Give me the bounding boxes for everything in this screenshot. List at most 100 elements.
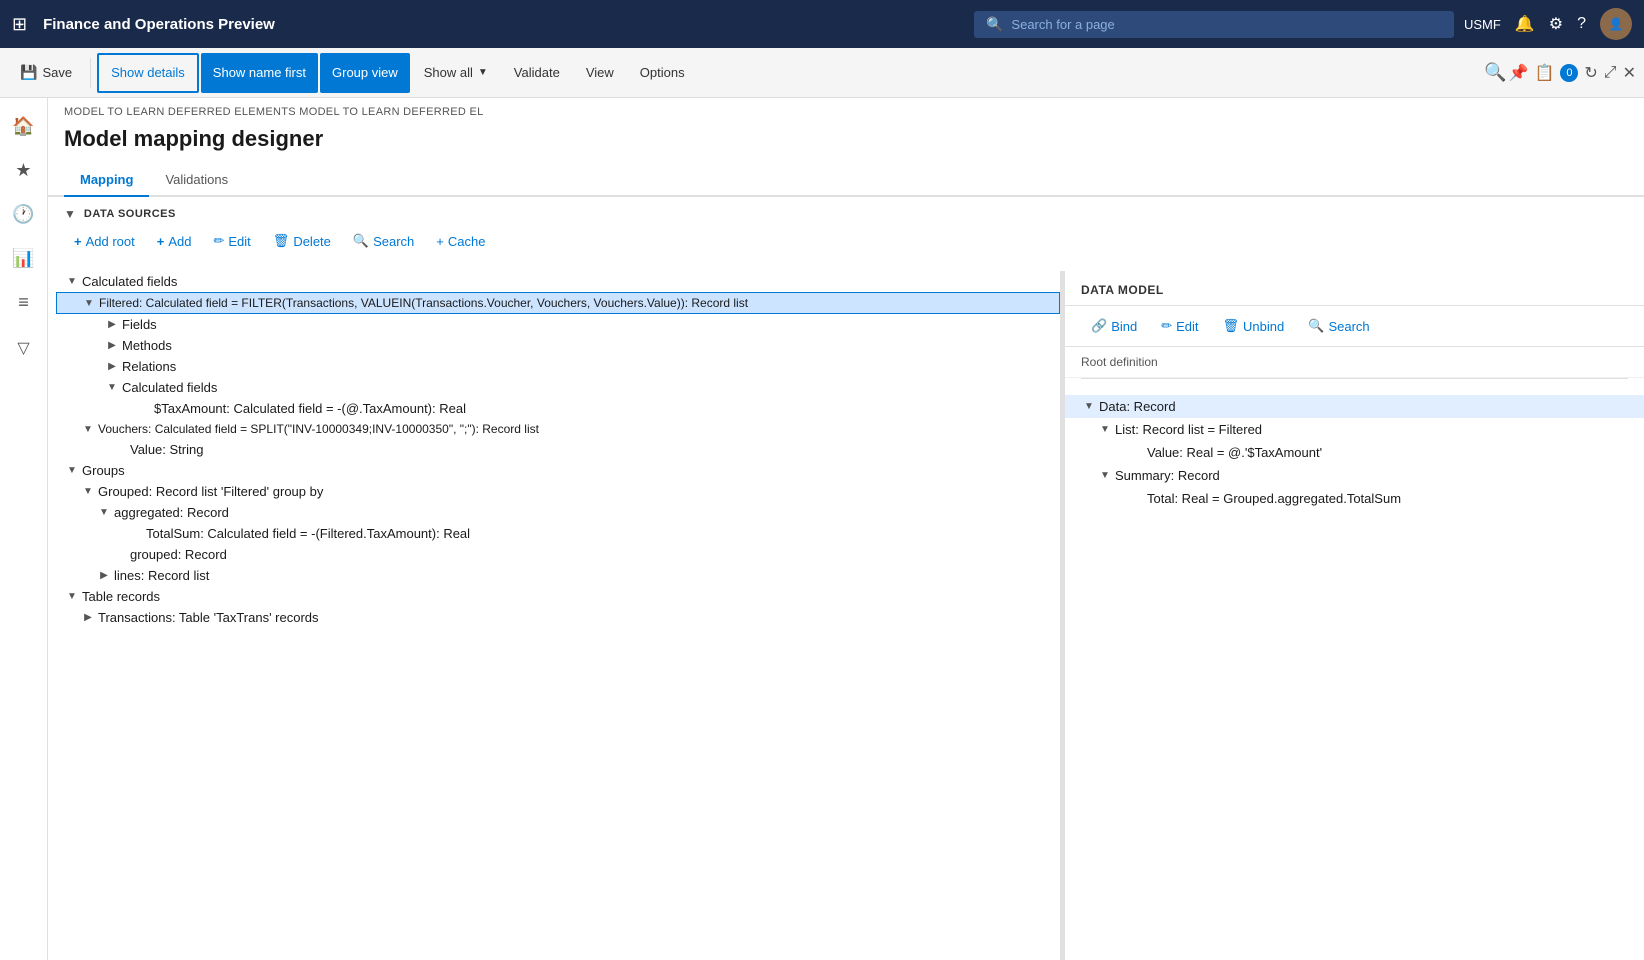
tree-item-totalsum[interactable]: TotalSum: Calculated field = -(Filtered.… [56,523,1060,544]
tree-item-lines[interactable]: ▶ lines: Record list [56,565,1060,586]
tree-item-methods[interactable]: ▶ Methods [56,335,1060,356]
validate-button[interactable]: Validate [502,53,572,93]
add-icon: + [157,234,165,249]
dm-toggle-summary[interactable]: ▼ [1097,470,1113,481]
topbar: ⊞ Finance and Operations Preview 🔍 Searc… [0,0,1644,48]
sidebar-filter-icon[interactable]: ≡ [4,282,44,322]
tree-item-table-records[interactable]: ▼ Table records [56,586,1060,607]
toolbar-refresh-icon[interactable]: ↻ [1584,63,1597,83]
tab-mapping[interactable]: Mapping [64,164,149,197]
toolbar-pin-icon[interactable]: 📌 [1509,63,1529,83]
app-title: Finance and Operations Preview [43,16,275,33]
bind-button[interactable]: 🔗 Bind [1081,314,1147,338]
sidebar-filter2-icon[interactable]: ▽ [4,326,44,366]
global-search[interactable]: 🔍 Search for a page [974,11,1454,38]
tree-item-grouped[interactable]: ▼ Grouped: Record list 'Filtered' group … [56,481,1060,502]
add-root-icon: + [74,234,82,249]
grid-icon[interactable]: ⊞ [12,14,27,35]
dm-toggle-data-record[interactable]: ▼ [1081,401,1097,412]
toggle-transactions[interactable]: ▶ [80,612,96,623]
toggle-lines[interactable]: ▶ [96,570,112,581]
tree-item-groups[interactable]: ▼ Groups [56,460,1060,481]
toggle-vouchers[interactable]: ▼ [80,424,96,435]
search-button[interactable]: 🔍 Search [343,229,424,253]
toggle-table-records[interactable]: ▼ [64,591,80,602]
tree-item-calc-fields-nested[interactable]: ▼ Calculated fields [56,377,1060,398]
sidebar-workspaces-icon[interactable]: 📊 [4,238,44,278]
root-def-divider [1081,378,1628,379]
unbind-button[interactable]: 🗑 Unbind [1213,314,1295,338]
tree-item-taxamount[interactable]: $TaxAmount: Calculated field = -(@.TaxAm… [56,398,1060,419]
edit-button[interactable]: ✏ Edit [203,229,260,253]
help-icon[interactable]: ? [1577,15,1586,33]
toolbar-expand-icon[interactable]: ⤢ [1604,64,1617,82]
sidebar-home-icon[interactable]: 🏠 [4,106,44,146]
toolbar-search-icon[interactable]: 🔍 [1484,62,1506,83]
data-model-panel: DATA MODEL 🔗 Bind ✏ Edit 🗑 Unbind [1064,271,1644,960]
toggle-aggregated[interactable]: ▼ [96,507,112,518]
options-button[interactable]: Options [628,53,697,93]
add-root-button[interactable]: + Add root [64,230,145,253]
dm-tree-item-total[interactable]: Total: Real = Grouped.aggregated.TotalSu… [1065,487,1644,510]
add-button[interactable]: + Add [147,230,202,253]
view-button[interactable]: View [574,53,626,93]
delete-trash-icon: 🗑 [273,233,290,249]
toggle-calculated-fields-root[interactable]: ▼ [64,276,80,287]
tree-label-filtered: Filtered: Calculated field = FILTER(Tran… [97,296,748,310]
action-toolbar: 💾 Save Show details Show name first Grou… [0,48,1644,98]
dm-toggle-list[interactable]: ▼ [1097,424,1113,435]
ds-collapse-btn[interactable]: ▼ [64,207,76,221]
show-name-first-button[interactable]: Show name first [201,53,318,93]
tree-label-groups: Groups [80,463,125,478]
show-details-button[interactable]: Show details [97,53,199,93]
ds-header: ▼ DATA SOURCES [64,207,1628,221]
dm-label-value-real: Value: Real = @.'$TaxAmount' [1145,445,1322,460]
dm-tree-item-list[interactable]: ▼ List: Record list = Filtered [1065,418,1644,441]
sidebar-favorites-icon[interactable]: ★ [4,150,44,190]
toolbar-badge: 0 [1560,64,1578,82]
toolbar-separator-1 [90,58,91,88]
tree-label-grouped: Grouped: Record list 'Filtered' group by [96,484,323,499]
tree-item-value-string[interactable]: Value: String [56,439,1060,460]
dm-tree-item-summary[interactable]: ▼ Summary: Record [1065,464,1644,487]
avatar[interactable]: 👤 [1600,8,1632,40]
toggle-grouped[interactable]: ▼ [80,486,96,497]
notification-icon[interactable]: 🔔 [1515,14,1535,34]
tree-item-relations[interactable]: ▶ Relations [56,356,1060,377]
data-model-tree: ▼ Data: Record ▼ List: Record list = Fil… [1065,387,1644,960]
root-definition-label: Root definition [1065,347,1644,378]
show-all-button[interactable]: Show all ▼ [412,53,500,93]
tree-item-grouped-record[interactable]: grouped: Record [56,544,1060,565]
dm-edit-button[interactable]: ✏ Edit [1151,314,1208,338]
delete-button[interactable]: 🗑 Delete [263,229,341,253]
tree-item-aggregated[interactable]: ▼ aggregated: Record [56,502,1060,523]
toolbar-close-icon[interactable]: ✕ [1623,63,1636,83]
edit-pencil-icon: ✏ [213,233,224,249]
left-sidebar: 🏠 ★ 🕐 📊 ≡ ▽ [0,98,48,960]
dm-tree-item-data-record[interactable]: ▼ Data: Record [1065,395,1644,418]
toggle-groups[interactable]: ▼ [64,465,80,476]
toggle-methods[interactable]: ▶ [104,340,120,351]
cache-button[interactable]: + Cache [426,230,495,253]
sidebar-recent-icon[interactable]: 🕐 [4,194,44,234]
dm-label-summary: Summary: Record [1113,468,1220,483]
data-model-toolbar: 🔗 Bind ✏ Edit 🗑 Unbind 🔍 Search [1065,306,1644,347]
save-button[interactable]: 💾 Save [8,53,84,93]
tree-item-transactions[interactable]: ▶ Transactions: Table 'TaxTrans' records [56,607,1060,628]
toggle-calc-nested[interactable]: ▼ [104,382,120,393]
tree-item-filtered[interactable]: ▼ Filtered: Calculated field = FILTER(Tr… [56,292,1060,314]
group-view-button[interactable]: Group view [320,53,410,93]
tree-item-fields[interactable]: ▶ Fields [56,314,1060,335]
tab-validations[interactable]: Validations [149,164,244,197]
dm-search-button[interactable]: 🔍 Search [1298,314,1379,338]
dm-label-list: List: Record list = Filtered [1113,422,1262,437]
tree-label-totalsum: TotalSum: Calculated field = -(Filtered.… [144,526,470,541]
toggle-relations[interactable]: ▶ [104,361,120,372]
toggle-fields[interactable]: ▶ [104,319,120,330]
settings-icon[interactable]: ⚙ [1549,14,1563,34]
toggle-filtered[interactable]: ▼ [81,298,97,309]
toolbar-copy-icon[interactable]: 📋 [1534,63,1554,83]
tree-item-vouchers[interactable]: ▼ Vouchers: Calculated field = SPLIT("IN… [56,419,1060,439]
dm-tree-item-value-real[interactable]: Value: Real = @.'$TaxAmount' [1065,441,1644,464]
tree-item-calculated-fields-root[interactable]: ▼ Calculated fields [56,271,1060,292]
